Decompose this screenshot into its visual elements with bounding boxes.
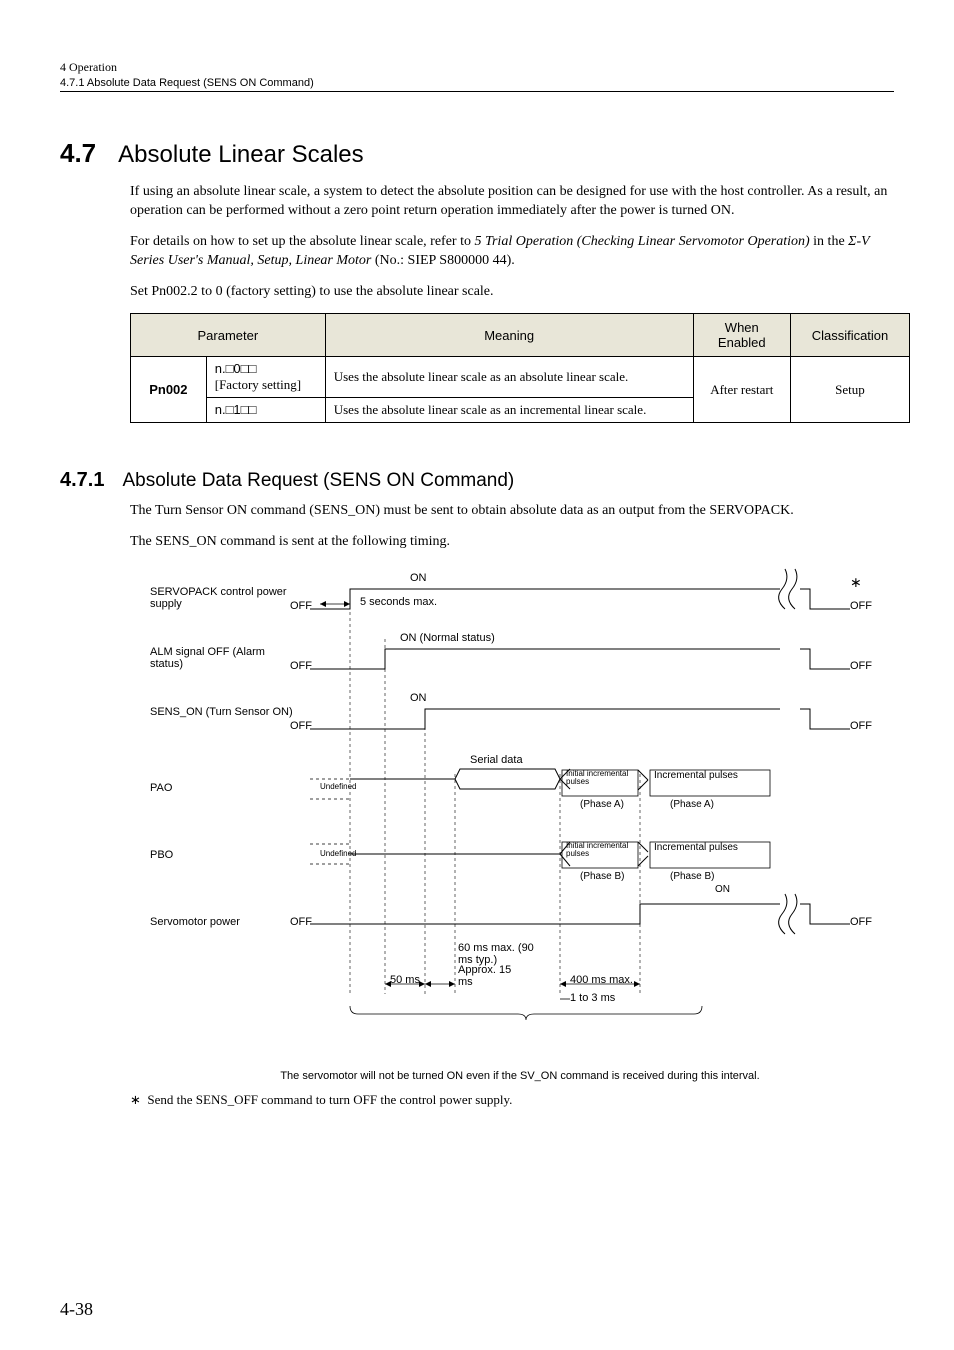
para-3: Set Pn002.2 to 0 (factory setting) to us… bbox=[130, 283, 894, 302]
initpulse-b: Initial incremental pulses bbox=[566, 842, 636, 858]
r2-val-text: n.□1□□ bbox=[215, 402, 257, 417]
label-sens: SENS_ON (Turn Sensor ON) bbox=[150, 706, 300, 718]
initpulse-a: Initial incremental pulses bbox=[566, 770, 636, 786]
off-alm-l: OFF bbox=[290, 660, 312, 672]
label-servopack: SERVOPACK control power supply bbox=[150, 586, 300, 610]
label-alm: ALM signal OFF (Alarm status) bbox=[150, 646, 300, 670]
t-400: 400 ms max. bbox=[570, 974, 633, 986]
diagram-caption: The servomotor will not be turned ON eve… bbox=[130, 1070, 910, 1082]
label-motor: Servomotor power bbox=[150, 916, 300, 928]
label-pao: PAO bbox=[150, 782, 300, 794]
phase-b2: (Phase B) bbox=[670, 871, 714, 882]
para-2b: 5 Trial Operation (Checking Linear Servo… bbox=[474, 234, 809, 249]
para-2: For details on how to set up the absolut… bbox=[130, 233, 894, 271]
on-servopack: ON bbox=[410, 572, 427, 584]
off-motor-r: OFF bbox=[850, 916, 872, 928]
td-r2-mean: Uses the absolute linear scale as an inc… bbox=[325, 398, 693, 423]
serial-label: Serial data bbox=[470, 754, 523, 766]
td-class: Setup bbox=[790, 357, 909, 423]
phase-b1: (Phase B) bbox=[580, 871, 624, 882]
parameter-table: Parameter Meaning When Enabled Classific… bbox=[130, 313, 910, 423]
para-2c: in the bbox=[810, 234, 849, 249]
subsection-number: 4.7.1 bbox=[60, 469, 104, 492]
footnote: ∗ Send the SENS_OFF command to turn OFF … bbox=[130, 1092, 894, 1108]
incpulse-a: Incremental pulses bbox=[654, 770, 764, 781]
off-servopack-r: OFF bbox=[850, 600, 872, 612]
para-2a: For details on how to set up the absolut… bbox=[130, 234, 474, 249]
undef-pbo: Undefined bbox=[320, 849, 356, 858]
td-pn: Pn002 bbox=[131, 357, 207, 423]
t-5s: 5 seconds max. bbox=[360, 596, 437, 608]
off-sens-l: OFF bbox=[290, 720, 312, 732]
undef-pao: Undefined bbox=[320, 782, 356, 791]
t-15: Approx. 15 ms bbox=[458, 964, 518, 988]
para-2e: (No.: SIEP S800000 44). bbox=[371, 253, 514, 268]
phase-a2: (Phase A) bbox=[670, 799, 714, 810]
page-header: 4 Operation 4.7.1 Absolute Data Request … bbox=[60, 60, 894, 92]
td-r1-mean: Uses the absolute linear scale as an abs… bbox=[325, 357, 693, 398]
section-4-7-body: If using an absolute linear scale, a sys… bbox=[130, 183, 894, 301]
td-r1-val: n.□0□□ [Factory setting] bbox=[206, 357, 325, 398]
header-rule bbox=[60, 91, 894, 92]
subsection-title: Absolute Data Request (SENS ON Command) bbox=[122, 470, 514, 492]
td-when: After restart bbox=[693, 357, 790, 423]
phase-a1: (Phase A) bbox=[580, 799, 624, 810]
off-servopack-l: OFF bbox=[290, 600, 312, 612]
r1-val-text: n.□0□□ bbox=[215, 361, 257, 376]
off-motor-l: OFF bbox=[290, 916, 312, 928]
timing-diagram: SERVOPACK control power supply OFF ON 5 … bbox=[150, 564, 890, 1064]
th-parameter: Parameter bbox=[131, 314, 326, 357]
on-alm: ON (Normal status) bbox=[400, 632, 495, 644]
section-title: Absolute Linear Scales bbox=[118, 141, 363, 169]
section-number: 4.7 bbox=[60, 138, 96, 169]
section-4-7: 4.7 Absolute Linear Scales bbox=[60, 138, 894, 169]
off-sens-r: OFF bbox=[850, 720, 872, 732]
td-r2-val: n.□1□□ bbox=[206, 398, 325, 423]
footnote-text: Send the SENS_OFF command to turn OFF th… bbox=[147, 1092, 512, 1107]
on-sens: ON bbox=[410, 692, 427, 704]
header-subsection: 4.7.1 Absolute Data Request (SENS ON Com… bbox=[60, 77, 894, 89]
on-motor-label: ON bbox=[715, 884, 730, 895]
incpulse-b: Incremental pulses bbox=[654, 842, 764, 853]
page-number: 4-38 bbox=[60, 1299, 93, 1320]
th-when: When Enabled bbox=[693, 314, 790, 357]
star: ∗ bbox=[850, 574, 862, 591]
section-4-7-1-body: The Turn Sensor ON command (SENS_ON) mus… bbox=[130, 502, 894, 552]
para-1: If using an absolute linear scale, a sys… bbox=[130, 183, 894, 221]
para-471-2: The SENS_ON command is sent at the follo… bbox=[130, 533, 894, 552]
t-60: 60 ms max. (90 ms typ.) bbox=[458, 942, 538, 966]
off-alm-r: OFF bbox=[850, 660, 872, 672]
header-chapter: 4 Operation bbox=[60, 60, 894, 75]
t-1to3: 1 to 3 ms bbox=[570, 992, 615, 1004]
t-50: 50 ms bbox=[390, 974, 420, 986]
para-471-1: The Turn Sensor ON command (SENS_ON) mus… bbox=[130, 502, 894, 521]
th-class: Classification bbox=[790, 314, 909, 357]
th-meaning: Meaning bbox=[325, 314, 693, 357]
label-pbo: PBO bbox=[150, 849, 300, 861]
section-4-7-1: 4.7.1 Absolute Data Request (SENS ON Com… bbox=[60, 469, 894, 492]
r1-factory: [Factory setting] bbox=[215, 377, 301, 392]
